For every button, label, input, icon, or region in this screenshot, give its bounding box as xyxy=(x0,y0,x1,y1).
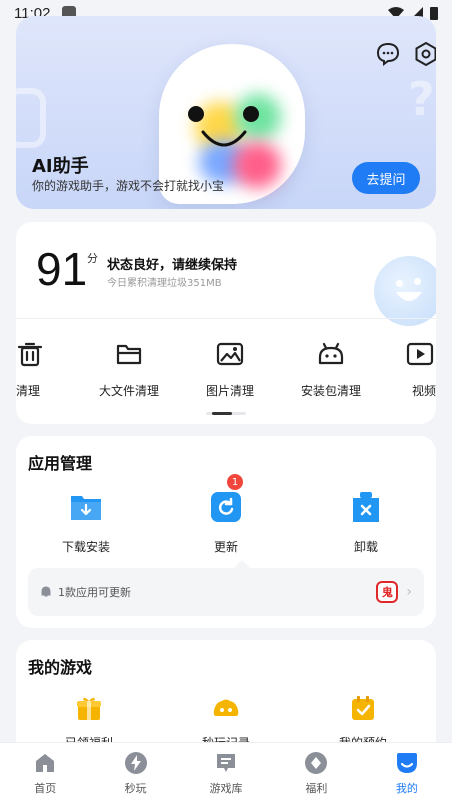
page-dot-active xyxy=(223,200,231,204)
cleanup-score-card[interactable]: 91 分 状态良好，请继续保持 今日累积清理垃圾351MB 垃圾清理 大文件清理 xyxy=(16,222,436,424)
bell-icon xyxy=(41,586,51,597)
settings-icon[interactable] xyxy=(414,42,436,66)
gift-nav-icon xyxy=(305,751,328,774)
tool-label: 垃圾清理 xyxy=(16,384,40,398)
section-title: 应用管理 xyxy=(28,454,93,473)
nav-home[interactable]: 首页 xyxy=(0,743,90,803)
page-dot xyxy=(234,200,238,204)
gamepad-icon xyxy=(213,699,239,716)
nav-benefits[interactable]: 福利 xyxy=(271,743,361,803)
score-unit: 分 xyxy=(87,252,98,265)
ask-question-button[interactable]: 去提问 xyxy=(352,162,420,194)
app-management-card: 应用管理 下载安装 更新 卸载 1款应用可更新 鬼 › xyxy=(16,436,436,628)
tool-label: 图片清理 xyxy=(205,384,254,398)
folder-icon xyxy=(116,344,142,365)
hero-subtitle: 你的游戏助手，游戏不会打就找小宝 xyxy=(32,179,225,193)
battery-icon xyxy=(430,7,438,20)
question-mark-decoration: ? xyxy=(408,72,435,126)
hero-title: AI助手 xyxy=(32,156,89,177)
chevron-right-icon: › xyxy=(406,584,412,600)
tool-video-clean[interactable]: 视频清理 xyxy=(390,340,436,399)
nav-instant-play[interactable]: 秒玩 xyxy=(90,743,180,803)
uninstall-button[interactable]: 卸载 xyxy=(316,490,416,555)
update-notice-text: 1款应用可更新 xyxy=(58,586,131,599)
nav-profile[interactable]: 我的 xyxy=(362,743,452,803)
nav-label: 秒玩 xyxy=(124,781,147,795)
update-button[interactable]: 更新 xyxy=(176,490,276,555)
video-icon xyxy=(406,342,434,366)
nav-label: 游戏库 xyxy=(209,781,243,795)
update-label: 更新 xyxy=(213,540,238,554)
mascot-mouth xyxy=(201,130,247,147)
score-subtext: 今日累积清理垃圾351MB xyxy=(107,278,222,289)
mascot-eye-right xyxy=(243,106,259,122)
ai-assistant-banner[interactable]: ? AI助手 你的游戏助手，游戏不会打就找小宝 去提问 xyxy=(16,16,436,209)
calendar-check-icon xyxy=(352,696,374,720)
update-notice-bar[interactable]: 1款应用可更新 鬼 › xyxy=(28,568,424,616)
nav-label: 福利 xyxy=(305,781,328,795)
divider xyxy=(16,318,436,319)
tools-scroll-indicator xyxy=(206,412,246,415)
home-icon xyxy=(36,753,55,772)
tool-label: 安装包清理 xyxy=(300,384,361,398)
image-icon xyxy=(216,342,244,366)
android-icon xyxy=(318,342,344,365)
smiley-face-icon xyxy=(374,256,436,326)
gift-icon xyxy=(77,697,101,720)
mascot-eye-left xyxy=(188,106,204,122)
download-install-button[interactable]: 下载安装 xyxy=(36,490,136,555)
update-bar-pointer xyxy=(234,560,250,568)
tool-label: 视频清理 xyxy=(412,384,436,398)
trash-icon xyxy=(17,342,43,367)
nav-label: 首页 xyxy=(34,781,57,795)
page-dot xyxy=(216,200,220,204)
uninstall-label: 卸载 xyxy=(353,540,378,554)
update-count-badge: 1 xyxy=(227,474,243,490)
nav-game-library[interactable]: 游戏库 xyxy=(181,743,271,803)
updatable-app-icon: 鬼 xyxy=(376,581,399,603)
library-icon xyxy=(217,753,236,772)
download-folder-icon xyxy=(71,496,101,520)
download-install-label: 下载安装 xyxy=(61,540,110,554)
bottom-navigation: 首页 秒玩 游戏库 福利 我的 xyxy=(0,742,452,803)
score-status: 状态良好，请继续保持 xyxy=(107,258,238,273)
tool-apk-clean[interactable]: 安装包清理 xyxy=(286,340,376,399)
section-title: 我的游戏 xyxy=(28,658,93,677)
cleanup-tools: 垃圾清理 大文件清理 图片清理 安装包清理 xyxy=(16,340,436,400)
tool-image-clean[interactable]: 图片清理 xyxy=(185,340,275,399)
tool-label: 大文件清理 xyxy=(98,384,159,398)
banner-pagination xyxy=(216,200,238,204)
score-value: 91 xyxy=(36,243,88,295)
lightning-icon xyxy=(124,751,147,774)
uninstall-icon xyxy=(353,492,379,522)
tool-large-file-clean[interactable]: 大文件清理 xyxy=(84,340,174,399)
game-controller-decoration xyxy=(16,88,46,148)
profile-icon xyxy=(396,752,417,773)
chat-icon[interactable] xyxy=(376,42,400,66)
update-icon xyxy=(211,492,241,522)
nav-label: 我的 xyxy=(395,781,418,795)
tool-junk-clean[interactable]: 垃圾清理 xyxy=(16,340,75,399)
